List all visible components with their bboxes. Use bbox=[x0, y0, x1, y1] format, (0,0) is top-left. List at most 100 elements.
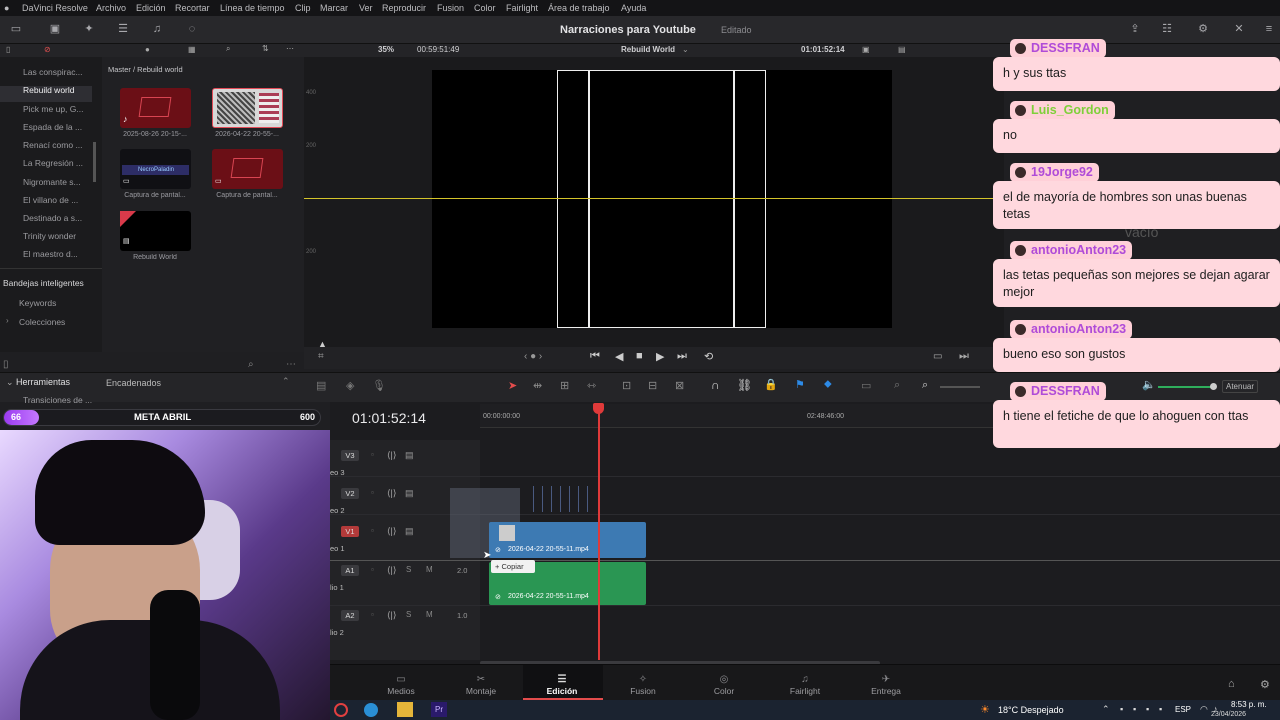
zoom-level[interactable]: 35% bbox=[378, 45, 394, 54]
timeline-thumbnail[interactable]: ▤ bbox=[120, 211, 191, 251]
menu-fairlight[interactable]: Fairlight bbox=[506, 3, 538, 13]
mixer-icon[interactable]: ☷ bbox=[1160, 23, 1174, 35]
lock-icon[interactable]: ▫ bbox=[371, 526, 374, 535]
marker-icon[interactable]: ⬥ bbox=[824, 378, 832, 391]
tools-section-title[interactable]: Herramientas bbox=[16, 377, 70, 387]
linked-section-title[interactable]: Encadenados bbox=[106, 378, 161, 388]
overwrite-icon[interactable]: ⊟ bbox=[648, 379, 657, 392]
mute-button[interactable]: M bbox=[426, 565, 433, 574]
lock-icon[interactable]: 🔒 bbox=[764, 378, 778, 391]
track-visibility-icon[interactable]: ▤ bbox=[405, 450, 414, 461]
more-options-icon[interactable]: ⋯ bbox=[286, 44, 294, 53]
tray-app-icon[interactable]: ▪ bbox=[1133, 704, 1136, 714]
timeline-name[interactable]: Rebuild World bbox=[621, 45, 675, 54]
chevron-down-icon[interactable]: ⌄ bbox=[682, 45, 689, 54]
track-visibility-icon[interactable]: ▤ bbox=[405, 526, 414, 537]
volume-knob[interactable] bbox=[1210, 383, 1217, 390]
loop-icon[interactable]: ⟲ bbox=[704, 350, 713, 363]
menu-archivo[interactable]: Archivo bbox=[96, 3, 126, 13]
menu-marcar[interactable]: Marcar bbox=[320, 3, 348, 13]
next-clip-icon[interactable]: ⏭ bbox=[959, 350, 969, 363]
language-indicator[interactable]: ESP bbox=[1175, 705, 1191, 714]
track-a1-label[interactable]: A1 bbox=[341, 565, 359, 576]
media-pool-icon[interactable]: ▭ bbox=[9, 23, 23, 35]
chevron-down-icon[interactable]: ⌄ bbox=[6, 377, 14, 388]
zoom-custom-icon[interactable]: ⌕ bbox=[922, 379, 928, 392]
auto-select-icon[interactable]: ⟨|⟩ bbox=[387, 610, 396, 621]
edge-icon[interactable] bbox=[364, 703, 378, 717]
snapping-icon[interactable]: ∩ bbox=[711, 378, 720, 392]
link-icon[interactable]: ⊘ bbox=[44, 45, 51, 54]
tab-edit[interactable]: ☰ Edición bbox=[532, 674, 592, 696]
playhead-marker-icon[interactable]: ▲ bbox=[318, 339, 327, 349]
playhead-handle[interactable] bbox=[593, 403, 604, 414]
menu-ayuda[interactable]: Ayuda bbox=[621, 3, 646, 13]
zoom-detail-icon[interactable]: ⌕ bbox=[894, 379, 900, 392]
track-visibility-icon[interactable]: ▤ bbox=[405, 488, 414, 499]
tab-fusion[interactable]: ✧ Fusion bbox=[613, 674, 673, 696]
tab-cut[interactable]: ✂ Montaje bbox=[451, 674, 511, 696]
viewer-mode-icon[interactable]: ▣ bbox=[862, 45, 870, 54]
effects-item[interactable]: Transiciones de ... bbox=[23, 395, 92, 405]
track-v3-label[interactable]: V3 bbox=[341, 450, 359, 461]
magic-wand-icon[interactable]: ✦ bbox=[82, 23, 96, 35]
tab-media[interactable]: ▭ Medios bbox=[371, 674, 431, 696]
flag-icon[interactable]: ⚑ bbox=[795, 378, 805, 391]
bin-item[interactable]: Pick me up, G... bbox=[23, 104, 83, 114]
clock-time[interactable]: 8:53 p. m. bbox=[1231, 700, 1267, 709]
wifi-icon[interactable]: ◠ bbox=[1200, 704, 1208, 715]
microphone-icon[interactable]: 🎙 bbox=[372, 379, 386, 392]
more-options-icon[interactable]: ⋯ bbox=[286, 359, 296, 370]
solo-button[interactable]: S bbox=[406, 565, 411, 574]
solo-button[interactable]: S bbox=[406, 610, 411, 619]
search-icon[interactable]: ⌕ bbox=[226, 44, 230, 54]
clip-thumbnail[interactable]: ▭ bbox=[212, 149, 283, 189]
dynamic-trim-icon[interactable]: ⊞ bbox=[560, 379, 569, 392]
settings-icon[interactable]: ⚙ bbox=[1260, 678, 1270, 691]
video-clip[interactable]: ⊘ 2026-04-22 20-55-11.mp4 bbox=[489, 522, 646, 558]
track-v1-label[interactable]: V1 bbox=[341, 526, 359, 537]
menu-color[interactable]: Color bbox=[474, 3, 496, 13]
chevron-up-icon[interactable]: ⌃ bbox=[282, 376, 290, 387]
tray-app-icon[interactable]: ▪ bbox=[1159, 704, 1162, 714]
replace-icon[interactable]: ⊠ bbox=[675, 379, 684, 392]
monitor-icon[interactable]: ▤ bbox=[898, 45, 906, 54]
menu-linea-de-tiempo[interactable]: Línea de tiempo bbox=[220, 3, 285, 13]
search-icon[interactable]: ⌕ bbox=[248, 359, 254, 370]
tab-fairlight[interactable]: ♫ Fairlight bbox=[775, 674, 835, 696]
menu-recortar[interactable]: Recortar bbox=[175, 3, 210, 13]
timeline-options-icon[interactable]: ▤ bbox=[316, 379, 326, 392]
menu-fusion[interactable]: Fusion bbox=[437, 3, 464, 13]
clip-thumbnail[interactable]: NecroPaladin ▭ bbox=[120, 149, 191, 189]
view-icon[interactable]: ◈ bbox=[346, 379, 354, 392]
play-icon[interactable]: ▶ bbox=[656, 350, 664, 363]
smart-bin-collections[interactable]: Colecciones bbox=[19, 317, 65, 327]
tray-chevron-icon[interactable]: ⌃ bbox=[1102, 704, 1110, 715]
track-v2-label[interactable]: V2 bbox=[341, 488, 359, 499]
bin-item[interactable]: Nigromante s... bbox=[23, 177, 81, 187]
tray-app-icon[interactable]: ▪ bbox=[1146, 704, 1149, 714]
file-explorer-icon[interactable] bbox=[397, 702, 413, 717]
auto-select-icon[interactable]: ⟨|⟩ bbox=[387, 526, 396, 537]
menu-clip[interactable]: Clip bbox=[295, 3, 311, 13]
volume-slider[interactable] bbox=[1158, 386, 1213, 388]
tab-color[interactable]: ◎ Color bbox=[694, 674, 754, 696]
properties-icon[interactable]: ≡ bbox=[1262, 23, 1276, 35]
speaker-icon[interactable]: 🔈 bbox=[1142, 378, 1156, 391]
inspector-icon[interactable]: ⚙ bbox=[1196, 23, 1210, 35]
lock-icon[interactable]: ▫ bbox=[371, 565, 374, 574]
menu-ver[interactable]: Ver bbox=[359, 3, 373, 13]
linked-selection-icon[interactable]: ⛓ bbox=[737, 378, 752, 392]
playhead[interactable] bbox=[598, 404, 600, 660]
blade-tool-icon[interactable]: ⇿ bbox=[587, 379, 596, 392]
dim-button[interactable]: Atenuar bbox=[1222, 380, 1259, 393]
bin-item[interactable]: Espada de la ... bbox=[23, 122, 82, 132]
panel-toggle-icon[interactable]: ▯ bbox=[3, 359, 9, 370]
bin-item[interactable]: El maestro d... bbox=[23, 249, 78, 259]
go-to-end-icon[interactable]: ⏭ bbox=[677, 350, 687, 363]
lock-icon[interactable]: ▫ bbox=[371, 450, 374, 459]
metadata-icon[interactable]: ◌ bbox=[185, 23, 199, 35]
bin-item[interactable]: Las conspirac... bbox=[23, 67, 83, 77]
mute-button[interactable]: M bbox=[426, 610, 433, 619]
tab-deliver[interactable]: ✈ Entrega bbox=[856, 674, 916, 696]
